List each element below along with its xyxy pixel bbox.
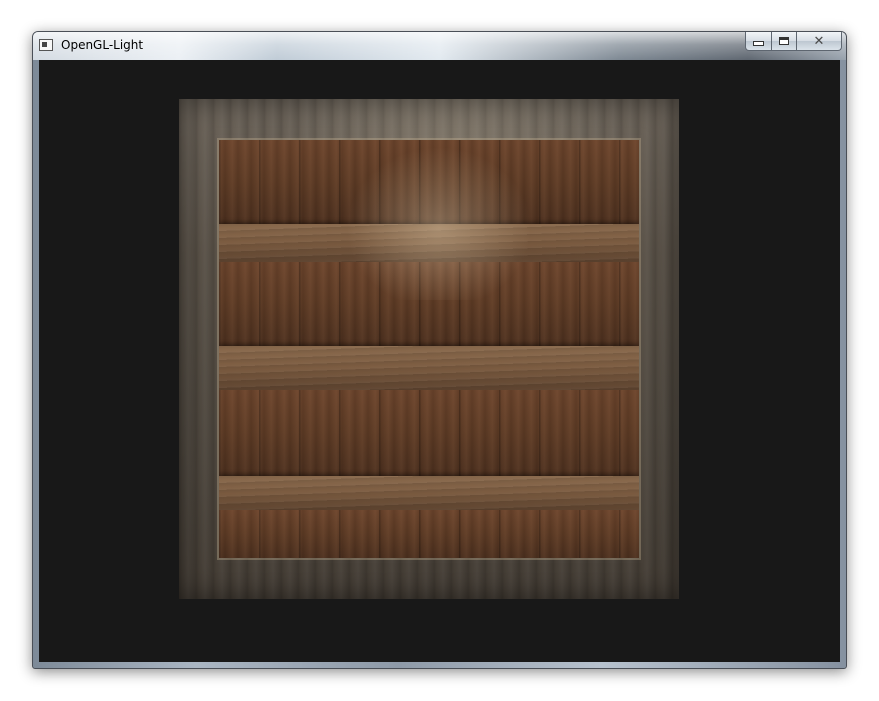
minimize-icon <box>753 41 764 46</box>
crate-slat <box>219 346 639 390</box>
minimize-button[interactable] <box>745 32 772 51</box>
close-button[interactable]: ✕ <box>797 32 842 51</box>
window-title: OpenGL-Light <box>61 38 144 52</box>
crate-slat <box>219 476 639 510</box>
crate-plank-section <box>219 390 639 476</box>
crate-plank-section <box>219 262 639 346</box>
crate-slat <box>219 224 639 262</box>
maximize-icon <box>779 37 789 45</box>
opengl-viewport[interactable] <box>39 60 840 662</box>
app-window-icon[interactable] <box>39 39 53 51</box>
crate-inner-panel <box>219 140 639 558</box>
wooden-crate-render <box>179 99 679 599</box>
crate-plank-section <box>219 140 639 224</box>
crate-plank-section <box>219 510 639 558</box>
title-bar[interactable]: OpenGL-Light ✕ <box>33 32 846 60</box>
close-icon: ✕ <box>813 33 825 49</box>
maximize-button[interactable] <box>772 32 797 51</box>
app-window: OpenGL-Light ✕ <box>32 31 847 669</box>
window-controls: ✕ <box>745 32 842 51</box>
